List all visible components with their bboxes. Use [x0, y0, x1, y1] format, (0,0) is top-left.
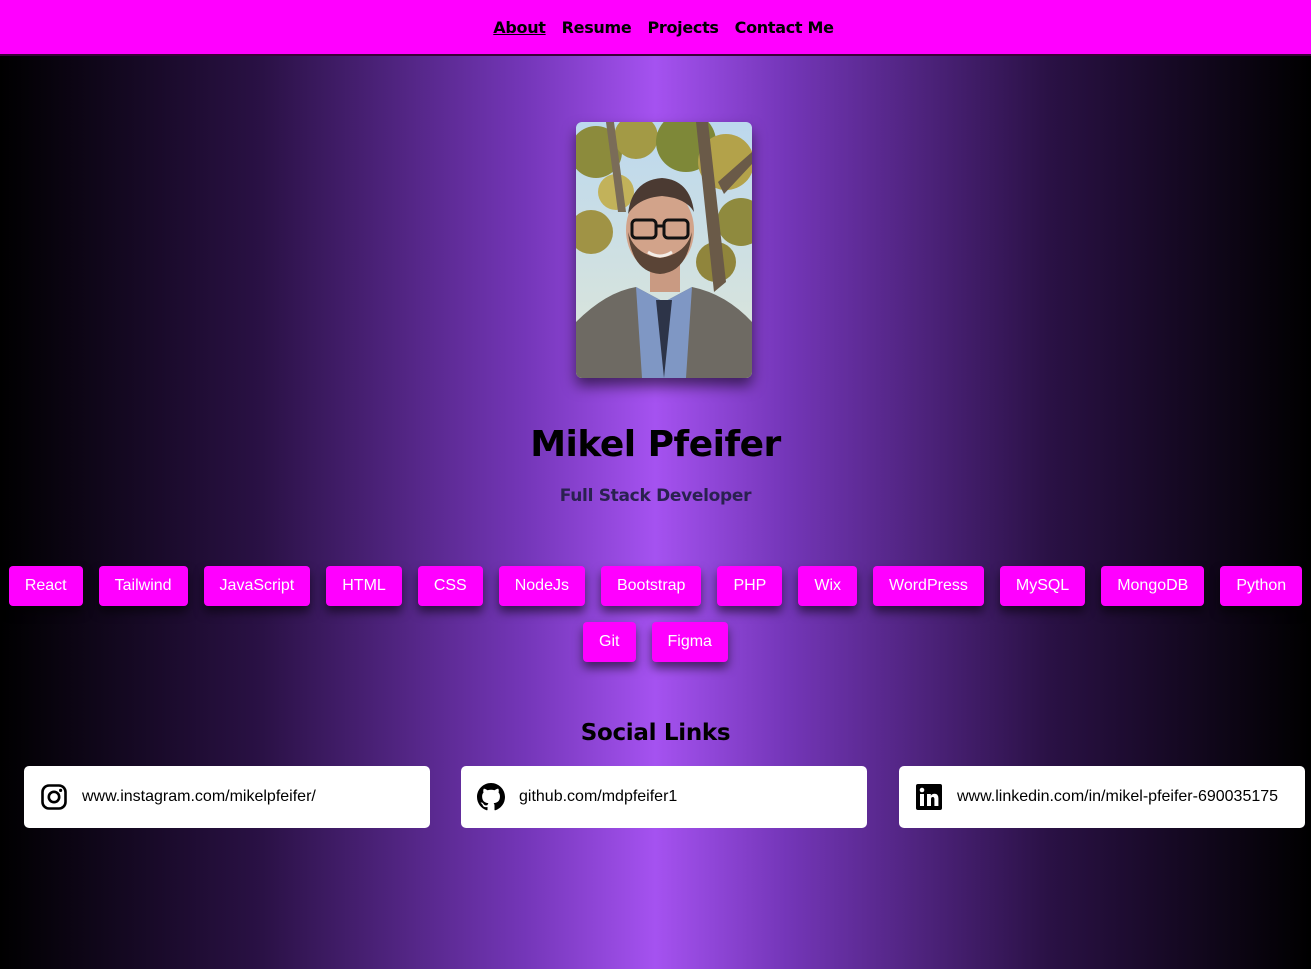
instagram-link-card[interactable]: www.instagram.com/mikelpfeifer/	[24, 766, 430, 828]
nav-about-link[interactable]: About	[493, 18, 546, 37]
profile-photo	[576, 122, 752, 378]
nav-resume-link[interactable]: Resume	[562, 18, 632, 37]
github-link-text: github.com/mdpfeifer1	[519, 788, 678, 805]
skill-badge: Git	[583, 622, 636, 662]
skill-badge: JavaScript	[203, 566, 311, 606]
skills-row: React Tailwind JavaScript HTML CSS NodeJ…	[0, 566, 1311, 606]
linkedin-link-card[interactable]: www.linkedin.com/in/mikel-pfeifer-690035…	[899, 766, 1305, 828]
skill-badge: React	[8, 566, 83, 606]
profile-role: Full Stack Developer	[559, 486, 752, 506]
github-icon	[477, 783, 505, 811]
skill-badge: MongoDB	[1101, 566, 1205, 606]
github-link-card[interactable]: github.com/mdpfeifer1	[461, 766, 867, 828]
nav-contact-link[interactable]: Contact Me	[735, 18, 834, 37]
skill-badge: CSS	[417, 566, 483, 606]
instagram-link-text: www.instagram.com/mikelpfeifer/	[82, 788, 316, 805]
skill-badge: HTML	[326, 566, 402, 606]
top-navbar: About Resume Projects Contact Me	[0, 0, 1311, 56]
skill-badge: Bootstrap	[600, 566, 702, 606]
skill-badge: Wix	[798, 566, 858, 606]
profile-name: Mikel Pfeifer	[530, 424, 781, 465]
skills-section: React Tailwind JavaScript HTML CSS NodeJ…	[0, 566, 1311, 678]
skill-badge: Python	[1220, 566, 1303, 606]
social-links-heading: Social Links	[580, 720, 731, 746]
linkedin-link-text: www.linkedin.com/in/mikel-pfeifer-690035…	[957, 788, 1279, 805]
skill-badge: Figma	[651, 622, 728, 662]
skill-badge: NodeJs	[498, 566, 585, 606]
skill-badge: PHP	[717, 566, 783, 606]
linkedin-icon	[915, 783, 943, 811]
skill-badge: WordPress	[873, 566, 984, 606]
nav-projects-link[interactable]: Projects	[647, 18, 719, 37]
skills-row: Git Figma	[0, 622, 1311, 662]
skill-badge: MySQL	[999, 566, 1086, 606]
instagram-icon	[40, 783, 68, 811]
skill-badge: Tailwind	[98, 566, 188, 606]
